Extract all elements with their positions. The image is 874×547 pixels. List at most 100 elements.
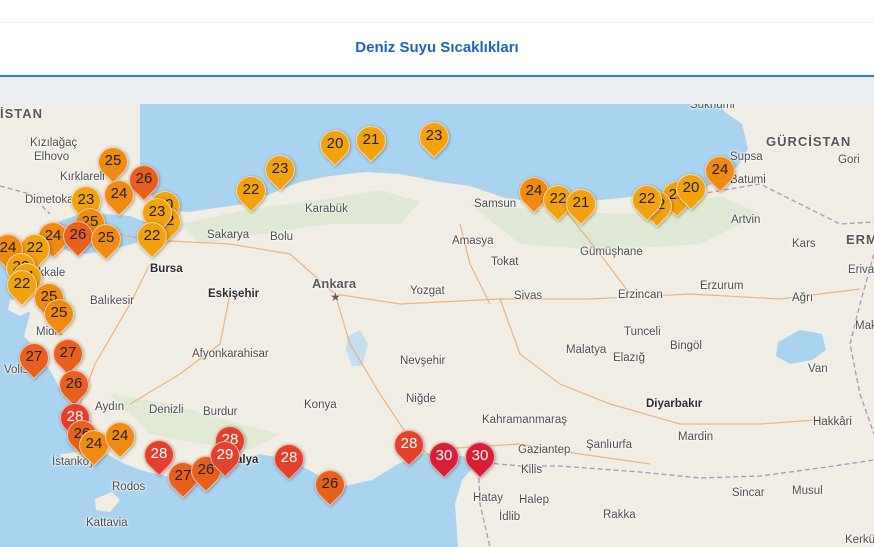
temperature-value: 26 [65,375,83,392]
city-label: Sivas [514,290,543,302]
city-label: Bolu [270,231,294,243]
city-label: Elazığ [613,352,645,364]
temperature-value: 20 [326,135,344,152]
temperature-value: 24 [711,161,729,178]
city-label: Dimetoka [25,194,74,206]
city-label: Denizli [149,404,184,416]
city-label: Sakarya [207,229,250,241]
city-label: Sukhumi [690,104,735,111]
page-title: Deniz Suyu Sıcaklıkları [355,39,519,56]
temperature-marker[interactable]: 22 [130,215,174,262]
temperature-marker[interactable]: 27 [12,336,56,383]
city-label: Karabük [305,203,348,215]
temperature-marker[interactable]: 23 [258,148,302,195]
temperature-value: 25 [97,229,115,246]
temperature-value: 27 [59,344,77,361]
temperature-value: 23 [271,160,289,177]
temperature-marker[interactable]: 22 [625,178,669,225]
capital-star-icon: ★ [330,290,341,304]
city-label: Eskişehir [208,288,260,300]
city-label: Yozgat [410,285,445,297]
temperature-value: 21 [362,131,380,148]
temperature-marker[interactable]: 24 [98,415,142,462]
lake-van [776,330,826,364]
city-label: Hakkâri [813,416,852,428]
temperature-value: 22 [143,227,161,244]
temperature-marker[interactable]: 20 [313,123,357,170]
temperature-value: 23 [148,203,166,220]
temperature-marker[interactable]: 29 [203,434,247,481]
city-label: Sincar [732,487,765,499]
city-label: Batumi [730,174,766,186]
city-label: Gümüşhane [580,246,643,258]
city-label: Nevşehir [400,355,446,367]
city-label: Bursa [150,263,183,275]
city-label: Musul [792,485,823,497]
temperature-marker[interactable]: 21 [559,182,603,229]
city-label: Erzurum [700,280,744,292]
temperature-marker[interactable]: 23 [412,115,456,162]
temperature-marker[interactable]: 25 [37,292,81,339]
temperature-value: 24 [110,185,128,202]
city-label: Burdur [203,406,238,418]
temperature-value: 29 [216,446,234,463]
city-label: Kattavia [86,517,128,529]
temperature-value: 26 [321,475,339,492]
city-label: Erzincan [618,289,663,301]
temperature-marker[interactable]: 25 [84,217,128,264]
city-label: Bingöl [670,340,702,352]
map-view[interactable]: Kızılağaç Elhovo Kırklareli Dimetoka Sakarya… [0,104,874,547]
header-gap [0,77,874,104]
temperature-marker[interactable]: 30 [458,435,502,482]
temperature-marker[interactable]: 28 [267,437,311,484]
temperature-value: 26 [135,170,153,187]
lake-tuz [346,330,368,366]
city-label: Kahramanmaraş [482,414,568,426]
city-label: Samsun [474,198,517,210]
temperature-value: 20 [682,179,700,196]
temperature-marker[interactable]: 22 [0,263,44,310]
city-label: Kızılağaç [30,137,78,149]
city-label: İdlib [499,511,521,523]
city-label: Şanlıurfa [586,439,633,451]
temperature-value: 26 [69,226,87,243]
temperature-value: 23 [425,127,443,144]
city-label: Elhovo [34,151,70,163]
temperature-marker[interactable]: 20 [669,167,713,214]
city-label: Erivan [848,264,874,276]
temperature-value: 21 [572,194,590,211]
temperature-value: 23 [77,191,95,208]
city-label: Gaziantep [518,444,571,456]
temperature-value: 28 [280,449,298,466]
city-label: Malatya [566,344,607,356]
city-label: Kars [792,238,816,250]
city-label: Tokat [491,256,519,268]
top-strip [0,0,874,23]
city-label: Mardin [678,431,714,443]
temperature-marker[interactable]: 30 [422,435,466,482]
temperature-marker[interactable]: 24 [97,173,141,220]
city-label: Aydın [95,401,125,413]
page-header: Deniz Suyu Sıcaklıkları [0,23,874,77]
city-label: Tunceli [624,326,661,338]
city-label: Niğde [406,393,437,405]
city-label: Kilis [521,464,543,476]
temperature-value: 27 [25,348,43,365]
temperature-value: 24 [111,427,129,444]
temperature-value: 30 [435,447,453,464]
temperature-marker[interactable]: 24 [698,149,742,196]
city-label: Kerkü [845,534,874,546]
temperature-value: 22 [13,275,31,292]
city-label: Konya [304,399,337,411]
city-label: Hatay [473,492,504,504]
city-label: Artvin [731,214,761,226]
temperature-marker[interactable]: 21 [349,119,393,166]
city-label: Rakka [603,509,636,521]
city-label: Amasya [452,235,494,247]
temperature-marker[interactable]: 26 [56,214,100,261]
temperature-marker[interactable]: 22 [229,169,273,216]
city-label: Ankara [312,276,357,291]
temperature-marker[interactable]: 26 [308,463,352,510]
temperature-value: 22 [638,190,656,207]
temperature-marker[interactable]: 28 [387,423,431,470]
